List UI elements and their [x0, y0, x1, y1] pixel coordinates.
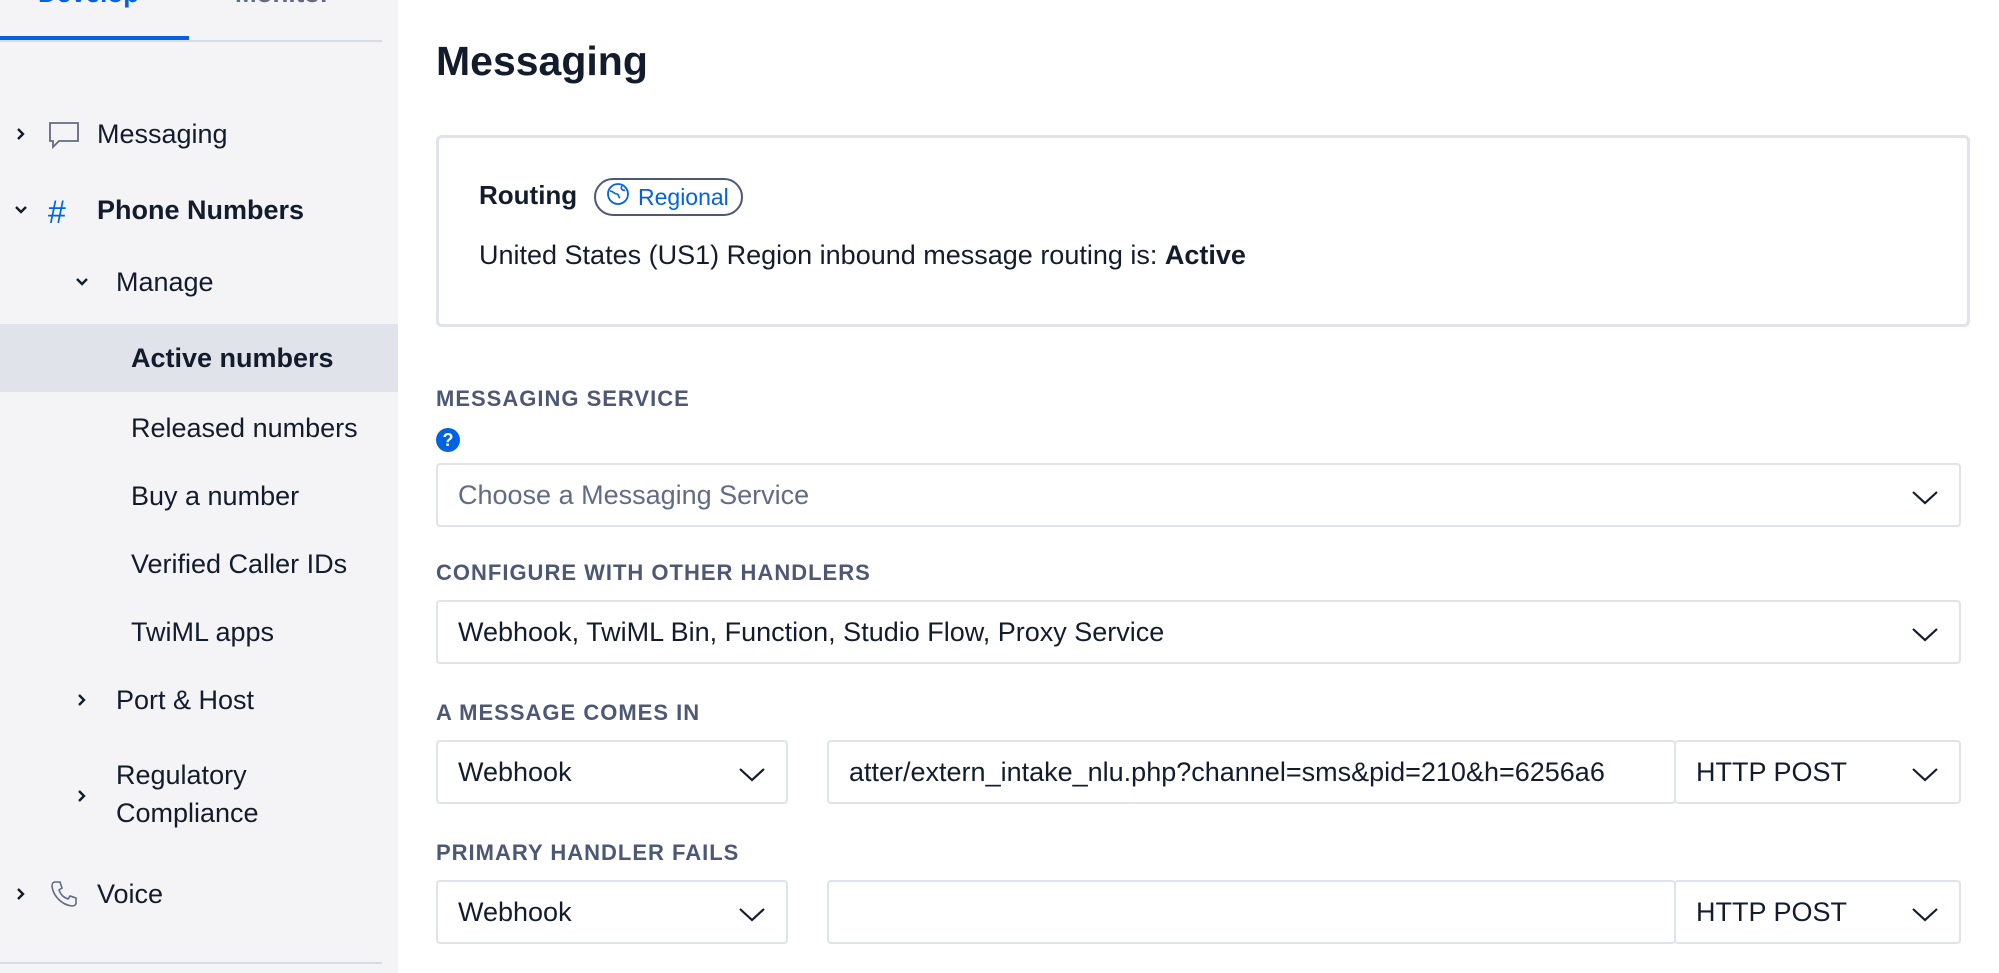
sidebar-item-manage[interactable]: Manage: [0, 256, 398, 308]
message-comes-in-type-value: Webhook: [458, 756, 572, 787]
sidebar-item-voice[interactable]: Voice: [0, 868, 398, 920]
chat-bubble-icon: [47, 120, 81, 150]
chevron-down-icon: [72, 272, 92, 292]
badge-label: Regional: [638, 183, 729, 210]
configure-handlers-value: Webhook, TwiML Bin, Function, Studio Flo…: [458, 616, 1165, 647]
regional-badge: Regional: [594, 178, 743, 216]
messaging-service-placeholder: Choose a Messaging Service: [458, 479, 810, 510]
sidebar-item-label: Messaging: [97, 118, 228, 149]
routing-status-value: Active: [1164, 240, 1246, 270]
chevron-down-icon: [11, 200, 31, 220]
sidebar-item-verified-caller-ids[interactable]: Verified Caller IDs: [0, 538, 398, 590]
tab-develop[interactable]: Develop: [38, 0, 139, 9]
sidebar: Develop Monitor Messaging # Phone Number…: [0, 0, 398, 973]
help-icon[interactable]: ?: [436, 428, 460, 452]
primary-handler-fails-url-input[interactable]: [827, 880, 1676, 944]
sidebar-item-label: Released numbers: [131, 412, 358, 443]
primary-handler-fails-method-select[interactable]: HTTP POST: [1674, 880, 1961, 944]
message-comes-in-url-value: atter/extern_intake_nlu.php?channel=sms&…: [849, 756, 1605, 787]
sidebar-item-label: Active numbers: [131, 342, 334, 373]
sidebar-item-phone-numbers[interactable]: # Phone Numbers: [0, 184, 398, 236]
divider: [0, 962, 382, 964]
routing-card: Routing Regional United States (US1) Reg…: [436, 135, 1970, 327]
page-title: Messaging: [436, 38, 648, 84]
chevron-down-icon: [1912, 491, 1938, 505]
chevron-down-icon: [1912, 628, 1938, 642]
routing-status-text: United States (US1) Region inbound messa…: [479, 240, 1165, 270]
configure-handlers-label: CONFIGURE WITH OTHER HANDLERS: [436, 560, 871, 585]
phone-icon: [48, 878, 80, 910]
sidebar-item-label: TwiML apps: [131, 616, 275, 647]
sidebar-item-label: Buy a number: [131, 480, 300, 511]
chevron-right-icon: [11, 884, 31, 904]
active-tab-indicator: [0, 36, 189, 40]
chevron-down-icon: [1912, 908, 1938, 922]
message-comes-in-url-input[interactable]: atter/extern_intake_nlu.php?channel=sms&…: [827, 740, 1676, 804]
sidebar-tabs: Develop Monitor: [0, 0, 382, 42]
primary-handler-fails-type-value: Webhook: [458, 896, 572, 927]
sidebar-item-label: Regulatory Compliance: [116, 760, 259, 828]
sidebar-item-messaging[interactable]: Messaging: [0, 108, 398, 160]
chevron-down-icon: [1912, 768, 1938, 782]
routing-label: Routing: [479, 180, 578, 210]
sidebar-item-label: Port & Host: [116, 684, 255, 715]
chevron-down-icon: [739, 768, 765, 782]
main-content: Messaging Routing Regional United States…: [436, 0, 1999, 973]
hash-icon: #: [48, 194, 66, 230]
primary-handler-fails-label: PRIMARY HANDLER FAILS: [436, 840, 740, 865]
message-comes-in-method-select[interactable]: HTTP POST: [1674, 740, 1961, 804]
message-comes-in-label: A MESSAGE COMES IN: [436, 700, 701, 725]
sidebar-item-label: Voice: [97, 878, 164, 909]
primary-handler-fails-type-select[interactable]: Webhook: [436, 880, 788, 944]
tab-monitor[interactable]: Monitor: [235, 0, 330, 9]
chevron-right-icon: [72, 690, 92, 710]
sidebar-item-port-host[interactable]: Port & Host: [0, 674, 398, 726]
sidebar-item-regulatory-compliance[interactable]: Regulatory Compliance: [0, 756, 398, 836]
globe-icon: [606, 182, 630, 212]
messaging-service-label: MESSAGING SERVICE: [436, 386, 690, 411]
routing-status: United States (US1) Region inbound messa…: [479, 240, 1246, 271]
chevron-right-icon: [11, 124, 31, 144]
messaging-service-select[interactable]: Choose a Messaging Service: [436, 463, 1961, 527]
sidebar-item-buy-a-number[interactable]: Buy a number: [0, 470, 398, 522]
message-comes-in-type-select[interactable]: Webhook: [436, 740, 788, 804]
sidebar-item-twiml-apps[interactable]: TwiML apps: [0, 606, 398, 658]
sidebar-item-active-numbers[interactable]: Active numbers: [0, 324, 398, 392]
sidebar-item-label: Phone Numbers: [97, 194, 305, 225]
message-comes-in-method-value: HTTP POST: [1696, 756, 1848, 787]
chevron-down-icon: [739, 908, 765, 922]
configure-handlers-select[interactable]: Webhook, TwiML Bin, Function, Studio Flo…: [436, 600, 1961, 664]
sidebar-item-released-numbers[interactable]: Released numbers: [0, 402, 398, 454]
sidebar-item-label: Verified Caller IDs: [131, 548, 348, 579]
sidebar-item-label: Manage: [116, 266, 214, 297]
primary-handler-fails-method-value: HTTP POST: [1696, 896, 1848, 927]
chevron-right-icon: [72, 786, 92, 806]
